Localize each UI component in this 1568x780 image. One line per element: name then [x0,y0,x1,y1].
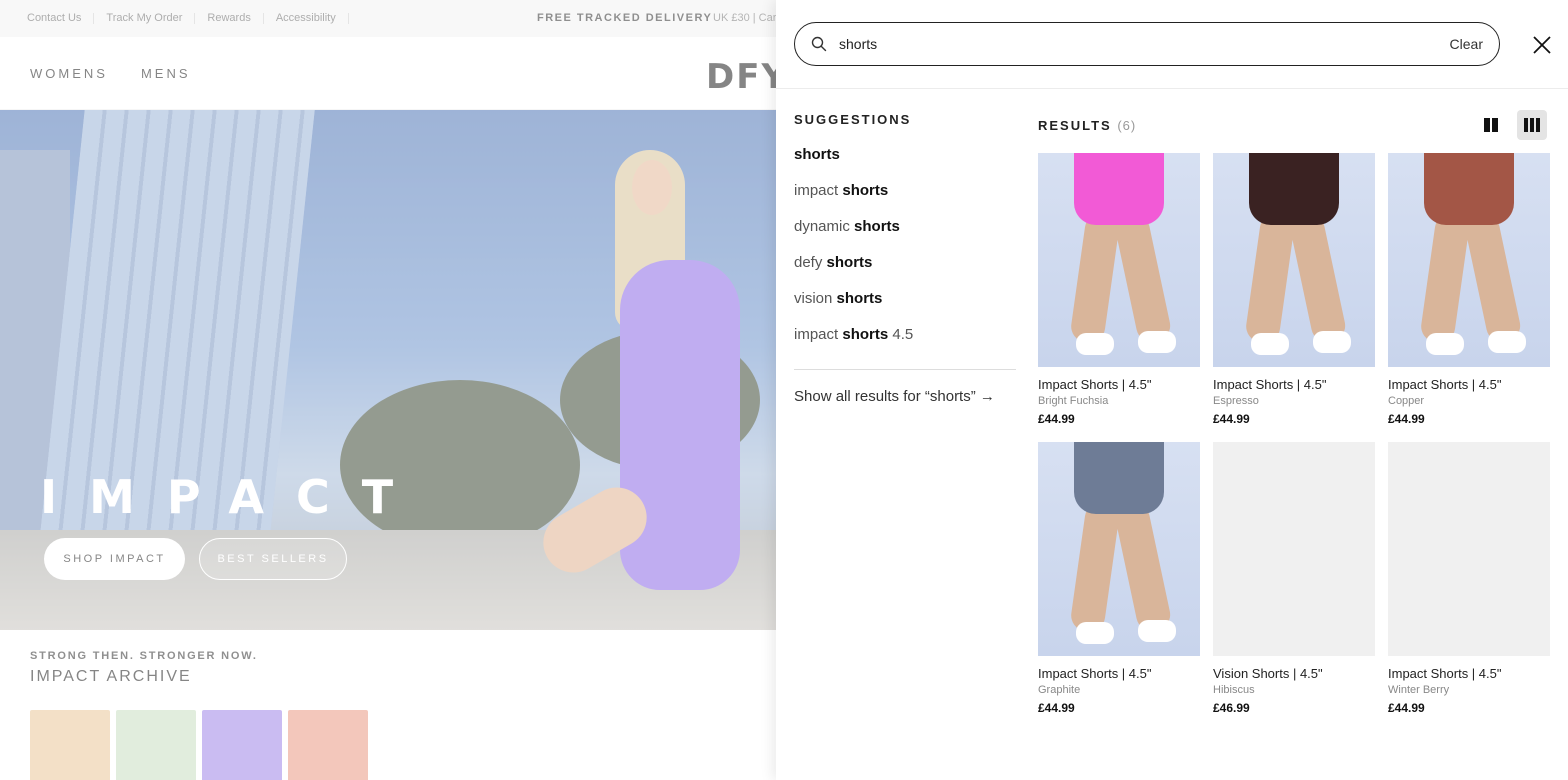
product-image[interactable] [1213,153,1375,367]
product-card[interactable]: Impact Shorts | 4.5" Graphite £44.99 [1038,442,1200,715]
product-shorts [1424,153,1514,225]
product-sock [1076,622,1114,644]
suggestions-heading: SUGGESTIONS [794,112,912,127]
product-color: Hibiscus [1213,684,1255,696]
product-sock [1488,331,1526,353]
product-shorts [1249,153,1339,225]
product-image[interactable] [1038,442,1200,656]
product-price: £44.99 [1038,412,1075,426]
product-name[interactable]: Impact Shorts | 4.5" [1388,377,1550,392]
product-name[interactable]: Impact Shorts | 4.5" [1388,666,1550,681]
search-icon [811,36,827,52]
product-name[interactable]: Impact Shorts | 4.5" [1038,377,1200,392]
product-leg [1244,211,1296,345]
product-price: £44.99 [1213,412,1250,426]
product-card[interactable]: Impact Shorts | 4.5" Espresso £44.99 [1213,153,1375,426]
product-price: £44.99 [1038,701,1075,715]
suggestion-item[interactable]: vision shorts [794,281,1016,317]
product-shorts [1074,442,1164,514]
product-leg [1069,211,1121,345]
product-sock [1076,333,1114,355]
product-leg [1112,499,1174,635]
product-shorts [1074,153,1164,225]
product-image[interactable] [1388,153,1550,367]
results-count: (6) [1117,118,1137,133]
product-price: £44.99 [1388,701,1425,715]
product-sock [1426,333,1464,355]
suggestion-item[interactable]: defy shorts [794,245,1016,281]
product-sock [1251,333,1289,355]
suggestion-item[interactable]: shorts [794,137,1016,173]
three-column-view-icon[interactable] [1517,110,1547,140]
search-input[interactable] [839,36,1450,52]
product-leg [1287,210,1349,346]
product-image[interactable] [1038,153,1200,367]
product-image[interactable] [1213,442,1375,656]
suggestion-item[interactable]: dynamic shorts [794,209,1016,245]
product-price: £46.99 [1213,701,1250,715]
product-leg [1112,210,1174,346]
product-card[interactable]: Impact Shorts | 4.5" Bright Fuchsia £44.… [1038,153,1200,426]
product-color: Graphite [1038,684,1081,696]
panel-divider [776,88,1568,89]
page-dim-overlay[interactable] [0,0,776,780]
show-all-results-link[interactable]: Show all results for “shorts” → [794,388,1016,405]
suggestion-item[interactable]: impact shorts 4.5 [794,317,1016,353]
clear-search-button[interactable]: Clear [1450,36,1483,52]
search-panel: Clear SUGGESTIONS shorts impact shorts d… [776,0,1568,780]
results-heading: RESULTS (6) [1038,118,1137,133]
product-color: Copper [1388,395,1425,407]
search-bar: Clear [794,22,1500,66]
results-grid: Impact Shorts | 4.5" Bright Fuchsia £44.… [1038,153,1550,715]
close-icon[interactable] [1531,34,1553,56]
product-price: £44.99 [1388,412,1425,426]
suggestions-list: SUGGESTIONS shorts impact shorts dynamic… [794,112,1016,405]
product-sock [1313,331,1351,353]
product-name[interactable]: Impact Shorts | 4.5" [1038,666,1200,681]
product-leg [1419,211,1471,345]
product-image[interactable] [1388,442,1550,656]
product-leg [1462,210,1524,346]
product-color: Espresso [1213,395,1259,407]
suggestion-item[interactable]: impact shorts [794,173,1016,209]
product-card[interactable]: Impact Shorts | 4.5" Copper £44.99 [1388,153,1550,426]
product-card[interactable]: Vision Shorts | 4.5" Hibiscus £46.99 [1213,442,1375,715]
product-leg [1069,500,1121,634]
product-card[interactable]: Impact Shorts | 4.5" Winter Berry £44.99 [1388,442,1550,715]
product-sock [1138,620,1176,642]
product-color: Winter Berry [1388,684,1450,696]
product-name[interactable]: Impact Shorts | 4.5" [1213,377,1375,392]
two-column-view-icon[interactable] [1476,110,1506,140]
suggestions-divider [794,369,1016,370]
product-color: Bright Fuchsia [1038,395,1109,407]
product-sock [1138,331,1176,353]
product-name[interactable]: Vision Shorts | 4.5" [1213,666,1375,681]
